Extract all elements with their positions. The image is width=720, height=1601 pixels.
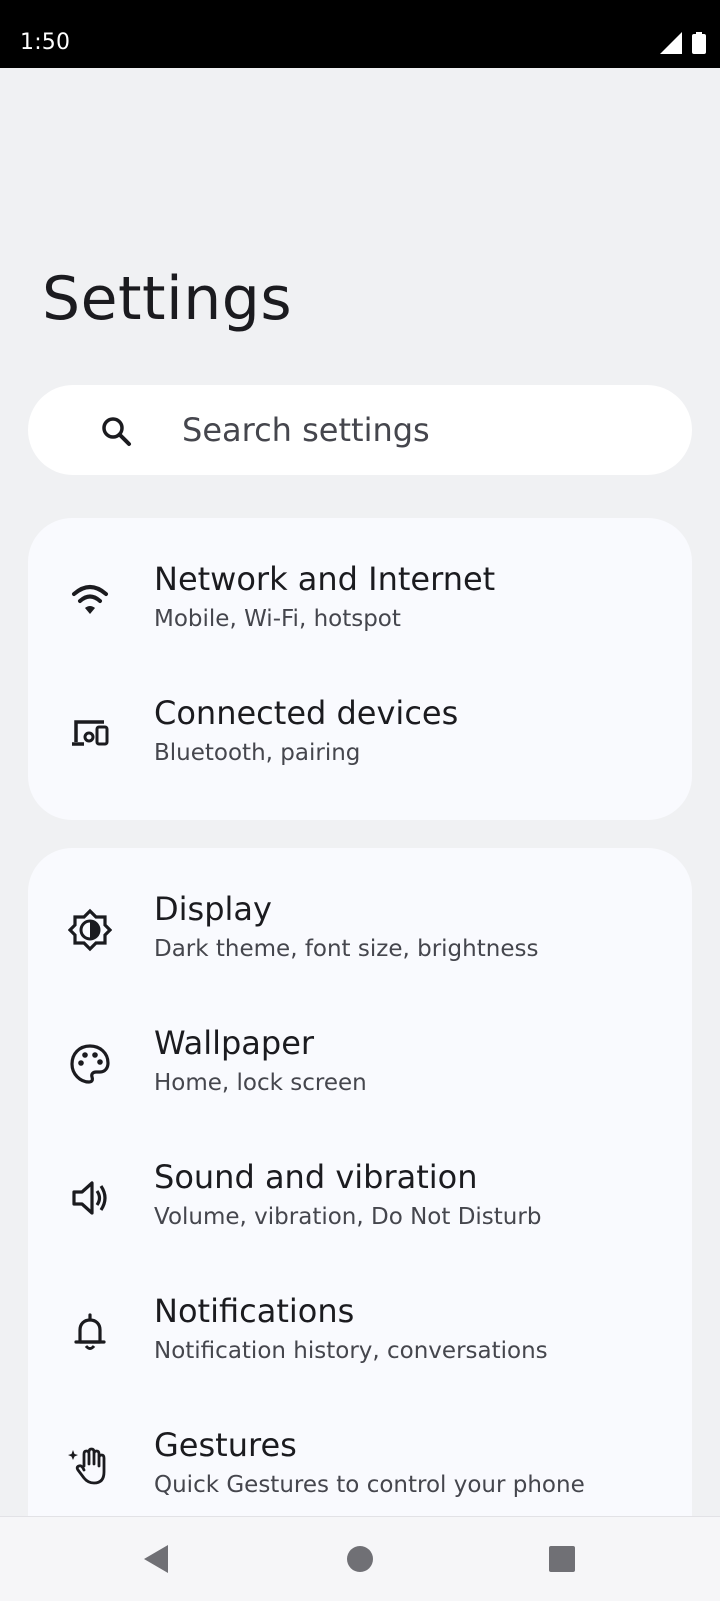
- settings-item-sound-and-vibration[interactable]: Sound and vibration Volume, vibration, D…: [28, 1140, 692, 1260]
- settings-item-title: Wallpaper: [154, 1024, 315, 1062]
- recents-icon[interactable]: [542, 1539, 582, 1579]
- settings-item-subtitle: Mobile, Wi-Fi, hotspot: [154, 606, 401, 632]
- battery-icon: [692, 32, 706, 58]
- settings-item-subtitle: Quick Gestures to control your phone: [154, 1472, 585, 1498]
- settings-item-connected-devices[interactable]: Connected devices Bluetooth, pairing: [28, 676, 692, 796]
- volume-icon: [68, 1176, 112, 1220]
- home-icon[interactable]: [340, 1539, 380, 1579]
- settings-item-title: Network and Internet: [154, 560, 496, 598]
- settings-item-title: Sound and vibration: [154, 1158, 478, 1196]
- palette-icon: [68, 1042, 112, 1086]
- status-icons: [660, 32, 706, 58]
- settings-item-gestures[interactable]: Gestures Quick Gestures to control your …: [28, 1408, 692, 1528]
- settings-item-subtitle: Home, lock screen: [154, 1070, 367, 1096]
- back-icon[interactable]: [138, 1539, 178, 1579]
- status-bar: 1:50: [0, 0, 720, 68]
- navigation-bar: [0, 1516, 720, 1601]
- settings-item-wallpaper[interactable]: Wallpaper Home, lock screen: [28, 1006, 692, 1126]
- status-time: 1:50: [20, 30, 71, 55]
- connected-devices-icon: [68, 712, 112, 756]
- search-icon: [100, 415, 132, 447]
- settings-item-title: Gestures: [154, 1426, 297, 1464]
- settings-item-title: Notifications: [154, 1292, 355, 1330]
- search-placeholder: Search settings: [182, 411, 430, 449]
- settings-group-personalization: Display Dark theme, font size, brightnes…: [28, 848, 692, 1548]
- settings-item-subtitle: Dark theme, font size, brightness: [154, 936, 539, 962]
- settings-item-display[interactable]: Display Dark theme, font size, brightnes…: [28, 872, 692, 992]
- gesture-hand-icon: [68, 1444, 112, 1488]
- brightness-icon: [67, 908, 113, 952]
- settings-group-connectivity: Network and Internet Mobile, Wi-Fi, hots…: [28, 518, 692, 820]
- page-title: Settings: [42, 264, 293, 334]
- settings-item-network-and-internet[interactable]: Network and Internet Mobile, Wi-Fi, hots…: [28, 542, 692, 662]
- cellular-signal-icon: [660, 32, 682, 58]
- wifi-icon: [68, 578, 112, 622]
- settings-item-subtitle: Notification history, conversations: [154, 1338, 548, 1364]
- settings-item-title: Display: [154, 890, 272, 928]
- settings-item-title: Connected devices: [154, 694, 459, 732]
- settings-item-subtitle: Volume, vibration, Do Not Disturb: [154, 1204, 542, 1230]
- settings-item-subtitle: Bluetooth, pairing: [154, 740, 361, 766]
- search-bar[interactable]: Search settings: [28, 385, 692, 475]
- settings-item-notifications[interactable]: Notifications Notification history, conv…: [28, 1274, 692, 1394]
- bell-icon: [68, 1310, 112, 1354]
